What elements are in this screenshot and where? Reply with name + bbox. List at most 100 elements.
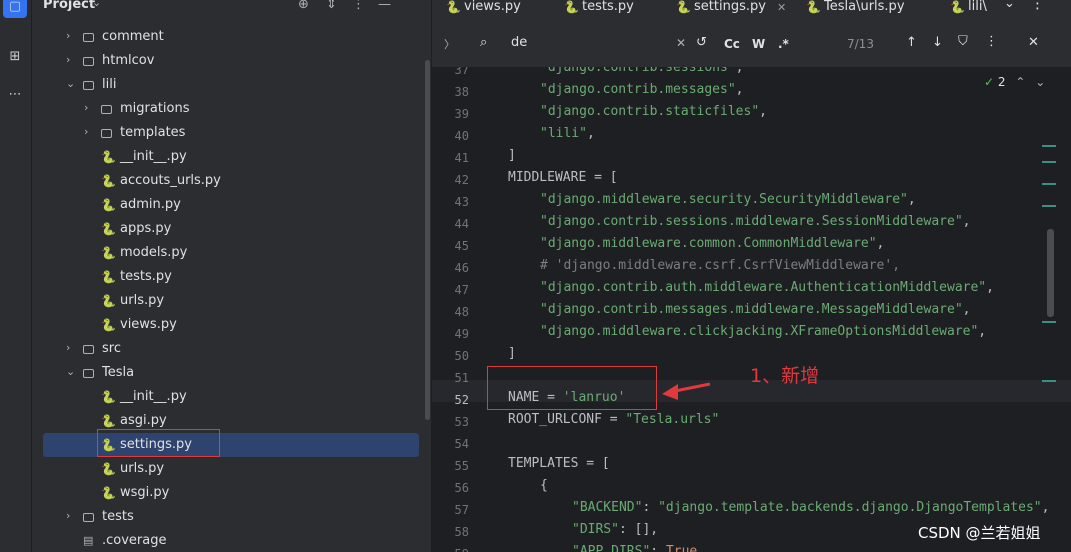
code-line: "BACKEND": "django.template.backends.dja… — [572, 500, 1050, 515]
find-more-icon[interactable]: ⋮ — [985, 34, 998, 49]
project-tool-icon[interactable]: ▢ — [3, 0, 27, 18]
code-line: "django.contrib.messages", — [540, 82, 744, 97]
match-counter: 7/13 — [847, 37, 874, 51]
structure-icon[interactable]: ⊞ — [3, 44, 27, 68]
code-line: ROOT_URLCONF = "Tesla.urls" — [508, 412, 720, 427]
chevron-right-icon[interactable]: › — [66, 53, 70, 66]
python-file-icon: 🐍 — [101, 318, 116, 332]
more-tools-icon[interactable]: ⋯ — [3, 82, 27, 106]
tree-item[interactable]: › htmlcov — [32, 49, 431, 73]
regex-toggle[interactable]: .* — [778, 37, 789, 51]
arrow-up-icon[interactable]: ↑ — [906, 35, 917, 50]
code-editor[interactable]: 37 "django.contrib.sessions", 38 "django.co… — [432, 67, 1071, 552]
tree-item[interactable]: 🐍 models.py — [32, 241, 431, 265]
line-number: 47 — [454, 283, 469, 297]
tree-item[interactable]: 🐍 __init__.py — [32, 145, 431, 169]
tree-item[interactable]: › comment — [32, 25, 431, 49]
tree-item[interactable]: ⌄ Tesla — [32, 361, 431, 385]
project-panel: Project ⌄ ⊕ ⇕ ⋮ — › comment › htmlcov ⌄ lili ›… — [32, 0, 432, 552]
editor-tab[interactable]: 🐍 views.py — [442, 0, 552, 22]
watermark: CSDN @兰若姐姐 — [918, 524, 1041, 542]
line-number: 57 — [454, 503, 469, 517]
line-number: 48 — [454, 305, 469, 319]
inspection-widget[interactable]: ✓ 2 ⌃ ⌄ — [984, 75, 1045, 89]
python-file-icon: 🐍 — [101, 198, 116, 212]
code-line: "django.contrib.auth.middleware.Authenti… — [540, 280, 994, 295]
code-line: "APP_DIRS": True, — [572, 544, 706, 552]
tab-overflow-icon[interactable]: ⌄ — [1004, 0, 1024, 11]
tree-item[interactable]: 🐍 views.py — [32, 313, 431, 337]
locate-icon[interactable]: ⊕ — [298, 0, 309, 12]
editor-tab[interactable]: 🐍 tests.py — [560, 0, 665, 22]
tree-item[interactable]: 🐍 wsgi.py — [32, 481, 431, 505]
tree-item[interactable]: 🐍 asgi.py — [32, 409, 431, 433]
find-input[interactable]: de — [511, 35, 527, 50]
line-number: 49 — [454, 327, 469, 341]
python-file-icon: 🐍 — [564, 0, 579, 14]
line-number: 45 — [454, 239, 469, 253]
annotation-label: 1、新增 — [750, 365, 820, 387]
whole-words-toggle[interactable]: W — [752, 37, 765, 51]
tree-item-label: templates — [120, 125, 186, 140]
tree-item[interactable]: 🐍 accouts_urls.py — [32, 169, 431, 193]
line-number: 53 — [454, 415, 469, 429]
chevron-right-icon[interactable]: › — [84, 101, 88, 114]
tab-more-icon[interactable]: ⋮ — [1030, 0, 1045, 12]
tab-label: lili\ — [968, 0, 987, 14]
chevron-right-icon[interactable]: › — [66, 509, 70, 522]
scroll-marker — [1042, 321, 1056, 323]
more-options-icon[interactable]: ⋮ — [352, 0, 365, 12]
project-title[interactable]: Project — [43, 0, 95, 12]
chevron-up-icon[interactable]: ⌃ — [1015, 75, 1025, 89]
editor-tab[interactable]: 🐍 lili\ — [946, 0, 987, 22]
tree-item[interactable]: › migrations — [32, 97, 431, 121]
editor-scrollbar[interactable] — [1047, 229, 1054, 317]
editor-tab[interactable]: 🐍 settings.py ✕ — [672, 0, 787, 24]
tree-item[interactable]: ▤ .coverage — [32, 529, 431, 552]
expand-replace-icon[interactable]: 〉 — [444, 36, 455, 52]
chevron-right-icon[interactable]: › — [66, 341, 70, 354]
code-line: ] — [508, 148, 516, 163]
tree-scrollbar[interactable] — [425, 60, 430, 420]
folder-icon — [83, 81, 94, 90]
clear-icon[interactable]: ✕ — [676, 36, 686, 50]
line-number: 40 — [454, 129, 469, 143]
chevron-right-icon[interactable]: › — [84, 125, 88, 138]
close-find-icon[interactable]: ✕ — [1028, 35, 1039, 50]
tree-item[interactable]: 🐍 urls.py — [32, 289, 431, 313]
folder-icon — [83, 57, 94, 66]
filter-icon[interactable]: ⛉ — [958, 34, 968, 49]
match-case-toggle[interactable]: Cc — [724, 37, 740, 51]
history-icon[interactable]: ↺ — [696, 35, 707, 50]
chevron-down-icon[interactable]: ⌄ — [1035, 75, 1045, 89]
tree-item-label: apps.py — [120, 221, 172, 236]
tree-item[interactable]: 🐍 apps.py — [32, 217, 431, 241]
chevron-right-icon[interactable]: › — [66, 29, 70, 42]
chevron-down-icon[interactable]: ⌄ — [66, 365, 75, 378]
tree-item-label: accouts_urls.py — [120, 173, 221, 188]
tree-item[interactable]: › src — [32, 337, 431, 361]
line-number: 59 — [432, 547, 469, 552]
expand-collapse-icon[interactable]: ⇕ — [326, 0, 337, 12]
minimize-icon[interactable]: — — [378, 0, 391, 12]
tree-item[interactable]: ⌄ lili — [32, 73, 431, 97]
search-icon[interactable]: ⌕ — [480, 35, 487, 50]
tree-item[interactable]: 🐍 admin.py — [32, 193, 431, 217]
folder-icon — [83, 345, 94, 354]
tree-item[interactable]: 🐍 __init__.py — [32, 385, 431, 409]
python-file-icon: 🐍 — [101, 270, 116, 284]
tree-item[interactable]: 🐍 urls.py — [32, 457, 431, 481]
tree-item[interactable]: › templates — [32, 121, 431, 145]
python-file-icon: 🐍 — [101, 150, 116, 164]
close-tab-icon[interactable]: ✕ — [777, 1, 786, 14]
chevron-down-icon[interactable]: ⌄ — [92, 0, 101, 9]
folder-icon — [83, 513, 94, 522]
tree-item[interactable]: 🐍 tests.py — [32, 265, 431, 289]
line-number: 41 — [454, 151, 469, 165]
editor-tab[interactable]: 🐍 Tesla\urls.py — [802, 0, 938, 22]
arrow-down-icon[interactable]: ↓ — [932, 35, 943, 50]
tree-item[interactable]: › tests — [32, 505, 431, 529]
line-number: 46 — [454, 261, 469, 275]
line-number: 50 — [454, 349, 469, 363]
chevron-down-icon[interactable]: ⌄ — [66, 77, 75, 90]
